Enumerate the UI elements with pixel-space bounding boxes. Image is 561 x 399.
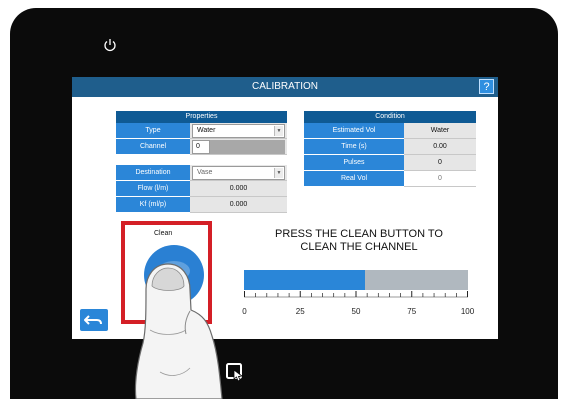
chevron-down-icon: ▼ [274,126,283,136]
pulses-label: Pulses [304,155,404,171]
estimated-vol-label: Estimated Vol [304,123,404,139]
properties-header: Properties [116,111,287,123]
time-value: 0.00 [404,139,476,155]
instruction-text: PRESS THE CLEAN BUTTON TO CLEAN THE CHAN… [250,228,468,254]
power-icon[interactable] [103,38,117,52]
destination-select[interactable]: Vase ▼ [192,166,285,180]
type-select[interactable]: Water ▼ [192,124,285,138]
channel-label: Channel [116,139,190,155]
scale-tick-label: 25 [295,307,305,316]
scale-tick-label: 50 [351,307,361,316]
channel-input[interactable]: 0 [192,140,210,154]
destination-label: Destination [116,165,190,181]
chevron-down-icon: ▼ [274,168,283,178]
real-vol-label: Real Vol [304,171,404,187]
pulses-value: 0 [404,155,476,171]
type-label: Type [116,123,190,139]
flow-label: Flow (l/m) [116,181,190,197]
time-label: Time (s) [304,139,404,155]
condition-header: Condition [304,111,476,123]
destination-value: Vase [197,169,213,176]
flow-value: 0.000 [190,181,287,197]
kf-label: Kf (ml/p) [116,197,190,213]
highlight-frame [121,221,212,324]
channel-disabled-area [210,140,285,154]
touch-screen-icon [226,363,244,382]
type-value: Water [197,127,216,134]
scale-tick-label: 75 [407,307,417,316]
help-icon: ? [483,81,490,93]
progress-scale [244,291,468,298]
instruction-line-1: PRESS THE CLEAN BUTTON TO [275,228,443,240]
progress-bar [244,270,468,290]
help-button[interactable]: ? [479,79,494,94]
back-arrow-icon [84,315,102,325]
scale-tick-label: 100 [460,307,475,316]
title-bar: CALIBRATION ? [72,77,498,97]
estimated-vol-value: Water [404,123,476,139]
window-title: CALIBRATION [252,81,318,92]
progress-fill [244,270,365,290]
kf-value: 0.000 [190,197,287,213]
back-button[interactable] [80,309,108,331]
scale-tick-label: 0 [242,307,247,316]
instruction-line-2: CLEAN THE CHANNEL [300,241,418,253]
real-vol-input[interactable]: 0 [404,171,476,187]
